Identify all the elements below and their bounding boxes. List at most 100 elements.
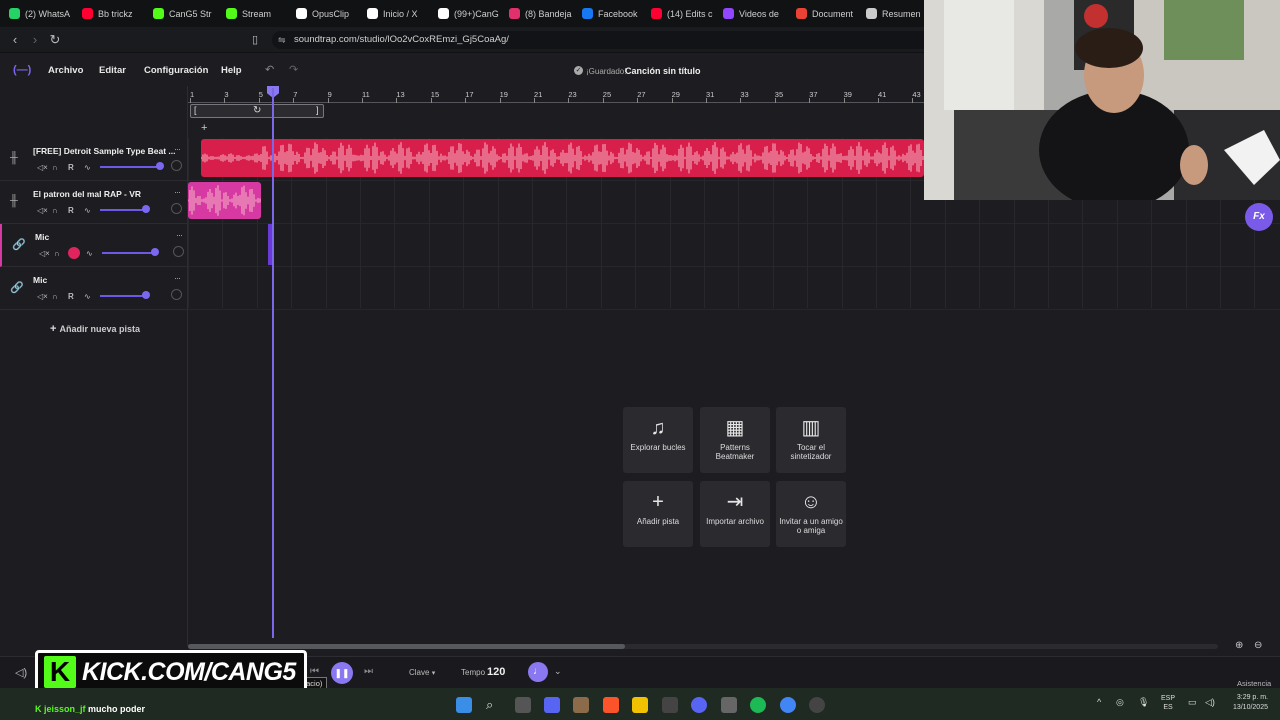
add-track-button[interactable]: + Añadir nueva pista xyxy=(50,323,140,335)
browser-tab[interactable]: (8) Bandeja xyxy=(509,4,575,23)
headphones-icon[interactable]: ∩ xyxy=(52,163,58,172)
back-icon[interactable]: ‹ xyxy=(7,32,23,48)
app-icon[interactable] xyxy=(544,697,560,713)
clock[interactable]: 3:29 p. m. 13/10/2025 xyxy=(1226,693,1268,713)
volume-slider[interactable] xyxy=(100,209,146,211)
browser-tab[interactable]: (14) Edits c xyxy=(651,4,717,23)
headphones-icon[interactable]: ∩ xyxy=(52,292,58,301)
audio-clip-detroit-beat[interactable] xyxy=(201,139,924,177)
menu-help[interactable]: Help xyxy=(221,65,242,76)
horizontal-scrollbar[interactable] xyxy=(188,644,1218,649)
browser-tab[interactable]: CanG5 Str xyxy=(153,4,219,23)
obs-icon[interactable] xyxy=(809,697,825,713)
track-header[interactable]: 🔗 Mic ··· ◁× ∩ R ∿ xyxy=(0,267,187,310)
playhead[interactable] xyxy=(272,88,274,638)
track-name[interactable]: Mic xyxy=(33,275,47,285)
tray-app-icon[interactable]: ◎ xyxy=(1116,697,1124,708)
record-arm-button[interactable]: R xyxy=(68,206,74,215)
browser-tab[interactable]: (2) WhatsA xyxy=(9,4,75,23)
chrome-icon[interactable] xyxy=(780,697,796,713)
track-header[interactable]: ╫ El patron del mal RAP - VR ··· ◁× ∩ R ∿ xyxy=(0,181,187,224)
timeline-ruler[interactable]: 1 3 5 7 9 11 13 15 17 19 21 23 25 27 29 31 33 35 37 39 41 43 xyxy=(188,86,924,103)
volume-knob[interactable] xyxy=(150,248,159,256)
volume-slider[interactable] xyxy=(100,166,160,168)
browser-tab[interactable]: Stream xyxy=(226,4,292,23)
track-menu-icon[interactable]: ··· xyxy=(174,187,181,197)
browser-tab[interactable]: Inicio / X xyxy=(367,4,433,23)
tile-import[interactable]: ⇥ Importar archivo xyxy=(700,481,770,547)
volume-knob[interactable] xyxy=(155,162,164,170)
browser-tab[interactable]: Resumen xyxy=(866,4,932,23)
master-volume-icon[interactable]: ◁) xyxy=(15,666,27,679)
volume-slider[interactable] xyxy=(102,252,155,254)
loop-end-handle[interactable]: ] xyxy=(316,105,319,115)
redo-icon[interactable]: ↷ xyxy=(289,63,298,76)
track-menu-icon[interactable]: ··· xyxy=(174,273,181,283)
automation-icon[interactable]: ∿ xyxy=(84,206,91,215)
loop-icon[interactable]: ↻ xyxy=(253,105,261,116)
play-pause-button[interactable]: ❚❚ xyxy=(331,662,353,684)
search-icon[interactable]: ⌕ xyxy=(486,697,502,713)
tile-invite-user[interactable]: ☺ Invitar a un amigo o amiga xyxy=(776,481,846,547)
menu-editar[interactable]: Editar xyxy=(99,65,126,76)
fx-button[interactable]: Fx xyxy=(1245,203,1273,231)
tile-plus[interactable]: + Añadir pista xyxy=(623,481,693,547)
assistance-link[interactable]: Asistencia xyxy=(1237,679,1271,688)
pan-dial[interactable] xyxy=(171,203,182,214)
mute-icon[interactable]: ◁× xyxy=(37,206,48,215)
forward-icon[interactable]: › xyxy=(27,32,43,48)
track-header[interactable]: 🔗 Mic ··· ◁× ∩ ∿ xyxy=(0,224,187,267)
automation-icon[interactable]: ∿ xyxy=(84,163,91,172)
add-marker-icon[interactable]: + xyxy=(201,122,207,134)
track-menu-icon[interactable]: ··· xyxy=(176,230,183,240)
tile-piano[interactable]: ▥ Tocar el sintetizador xyxy=(776,407,846,473)
discord-icon[interactable] xyxy=(691,697,707,713)
tempo-value[interactable]: 120 xyxy=(487,666,505,678)
song-title[interactable]: Canción sin título xyxy=(625,66,701,76)
automation-icon[interactable]: ∿ xyxy=(86,249,93,258)
track-name[interactable]: [FREE] Detroit Sample Type Beat ... xyxy=(33,146,175,156)
zoom-in-icon[interactable]: ⊕ xyxy=(1235,640,1243,651)
track-name[interactable]: Mic xyxy=(35,232,49,242)
site-info-icon[interactable]: ⇋ xyxy=(278,31,286,49)
browser-tab[interactable]: (99+)CanG xyxy=(438,4,504,23)
spotify-icon[interactable] xyxy=(750,697,766,713)
store-icon[interactable] xyxy=(662,697,678,713)
loop-start-handle[interactable]: [ xyxy=(194,105,197,115)
brave-icon[interactable] xyxy=(603,697,619,713)
undo-icon[interactable]: ↶ xyxy=(265,63,274,76)
url-field[interactable]: ⇋ soundtrap.com/studio/lOo2vCoxREmzi_Gj5… xyxy=(272,31,932,49)
record-arm-button[interactable] xyxy=(68,247,80,259)
browser-tab[interactable]: Bb trickz xyxy=(82,4,148,23)
mute-icon[interactable]: ◁× xyxy=(39,249,50,258)
mute-icon[interactable]: ◁× xyxy=(37,163,48,172)
browser-tab[interactable]: Document xyxy=(796,4,862,23)
browser-tab[interactable]: OpusClip xyxy=(296,4,362,23)
tile-music-note[interactable]: ♫ Explorar bucles xyxy=(623,407,693,473)
volume-knob[interactable] xyxy=(141,205,150,213)
app-icon[interactable] xyxy=(721,697,737,713)
windows-start-icon[interactable] xyxy=(456,697,472,713)
reload-icon[interactable]: ↻ xyxy=(47,32,63,48)
headphones-icon[interactable]: ∩ xyxy=(52,206,58,215)
chevron-down-icon[interactable]: ⌄ xyxy=(554,666,562,677)
pan-dial[interactable] xyxy=(171,289,182,300)
headphones-icon[interactable]: ∩ xyxy=(54,249,60,258)
mute-icon[interactable]: ◁× xyxy=(37,292,48,301)
zoom-out-icon[interactable]: ⊖ xyxy=(1254,640,1262,651)
task-view-icon[interactable] xyxy=(515,697,531,713)
track-menu-icon[interactable]: ··· xyxy=(174,144,181,154)
file-explorer-icon[interactable] xyxy=(632,697,648,713)
language-indicator[interactable]: ESP ES xyxy=(1161,694,1175,712)
soundtrap-logo[interactable]: (—) xyxy=(13,64,31,76)
record-arm-button[interactable]: R xyxy=(68,292,74,301)
tile-grid[interactable]: ▦ Patterns Beatmaker xyxy=(700,407,770,473)
key-selector[interactable]: Clave ▾ xyxy=(409,668,435,677)
app-icon[interactable] xyxy=(573,697,589,713)
volume-slider[interactable] xyxy=(100,295,146,297)
menu-archivo[interactable]: Archivo xyxy=(48,65,83,76)
pan-dial[interactable] xyxy=(173,246,184,257)
browser-tab[interactable]: Videos de xyxy=(723,4,789,23)
bookmark-icon[interactable]: ▯ xyxy=(247,32,263,48)
microphone-icon[interactable]: 🎙 xyxy=(1138,697,1149,708)
